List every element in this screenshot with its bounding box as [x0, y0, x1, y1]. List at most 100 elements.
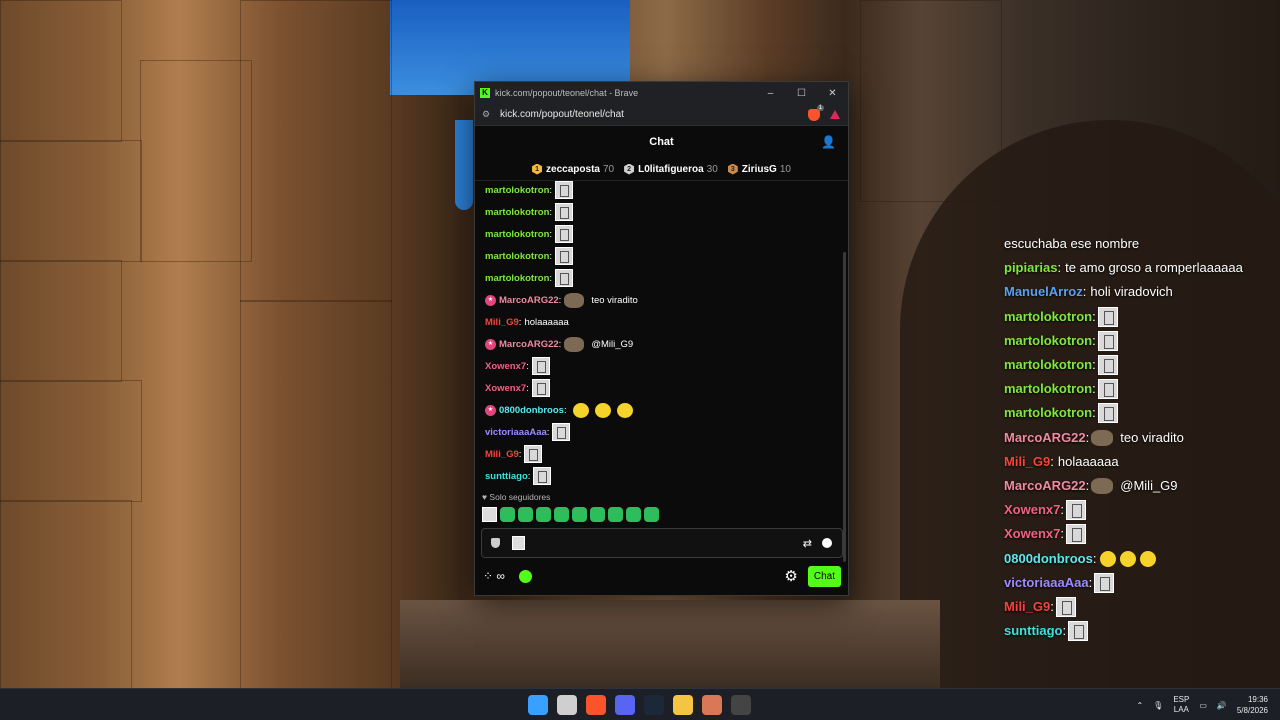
steam-icon[interactable] — [644, 695, 664, 715]
overlay-emote-icon — [1097, 306, 1118, 327]
overlay-colon: : — [1085, 477, 1090, 493]
overlay-username: Xowenx7 — [1004, 502, 1061, 518]
overlay-username: martolokotron — [1004, 357, 1093, 373]
brave-icon[interactable] — [586, 695, 606, 715]
overlay-username: martolokotron — [1004, 332, 1093, 348]
chat-text: teo viradito — [591, 294, 638, 306]
channel-points[interactable]: ⁘ ∞ — [483, 569, 505, 583]
network-icon[interactable]: ▭ — [1199, 701, 1207, 710]
volume-icon[interactable]: 🔊 — [1217, 701, 1227, 710]
chat-message: victoriaaaAaa: — [485, 421, 835, 443]
stone-block — [240, 0, 392, 302]
chat-username[interactable]: Mili_G9 — [485, 317, 519, 328]
chat-username[interactable]: MarcoARG22 — [499, 295, 559, 306]
brave-rewards-icon[interactable] — [830, 110, 840, 119]
overlay-message: martolokotron: — [1004, 401, 1274, 425]
leaderboard-entry[interactable]: 1 zeccaposta 70 — [532, 163, 614, 175]
leaderboard-entry[interactable]: 3 ZiriusG 10 — [727, 163, 791, 175]
chat-input[interactable]: ⇄ — [481, 528, 843, 558]
chat-scrollbar[interactable] — [843, 252, 846, 562]
emote-icon — [524, 445, 543, 463]
chat-colon: : — [526, 360, 529, 372]
overlay-colon: : — [1092, 332, 1096, 348]
overlay-message: Mili_G9: — [1004, 595, 1274, 619]
chat-username[interactable]: martolokotron — [485, 207, 549, 218]
chat-username[interactable]: Mili_G9 — [485, 449, 519, 460]
maximize-icon[interactable]: ☐ — [786, 88, 817, 99]
chat-username[interactable]: victoriaaaAaa — [485, 427, 547, 438]
overlay-colon: : — [1062, 623, 1067, 639]
overlay-message: martolokotron: — [1004, 305, 1274, 329]
title-bar: K kick.com/popout/teonel/chat - Brave – … — [475, 82, 848, 104]
chat-username[interactable]: martolokotron — [485, 229, 549, 240]
emote-button[interactable] — [536, 507, 551, 522]
stone-block — [860, 0, 1002, 202]
chat-username[interactable]: Xowenx7 — [485, 361, 526, 372]
overlay-emote-icon — [1097, 330, 1118, 351]
overlay-username: Mili_G9 — [1004, 453, 1051, 469]
site-settings-icon[interactable]: ⚙ — [482, 109, 494, 120]
overlay-username: Mili_G9 — [1004, 598, 1051, 614]
shield-icon[interactable] — [491, 538, 500, 548]
chat-username[interactable]: sunttiago — [485, 471, 528, 482]
chat-username[interactable]: martolokotron — [485, 251, 549, 262]
stone-block — [0, 140, 142, 262]
emote-icon — [564, 292, 585, 308]
chat-username[interactable]: Xowenx7 — [485, 383, 526, 394]
emote-button[interactable] — [644, 507, 659, 522]
clock[interactable]: 19:36 5/8/2026 — [1237, 694, 1268, 716]
brave-shields-icon[interactable]: 1 — [808, 104, 824, 121]
address-bar[interactable]: ⚙ kick.com/popout/teonel/chat 1 — [475, 104, 848, 126]
overlay-message: sunttiago: — [1004, 619, 1274, 643]
emote-button[interactable] — [482, 507, 497, 522]
emote-button[interactable] — [626, 507, 641, 522]
chat-username[interactable]: martolokotron — [485, 185, 549, 196]
stone-block — [0, 0, 122, 142]
stone-block — [0, 500, 132, 688]
microphone-icon[interactable]: 🎙 — [1153, 701, 1163, 710]
emote-icon — [616, 402, 633, 418]
chat-message: sunttiago: — [485, 465, 835, 487]
translate-icon[interactable]: ⇄ — [803, 537, 812, 550]
overlay-emote-icon — [1065, 500, 1086, 521]
folder-icon[interactable] — [673, 695, 693, 715]
obs-icon[interactable] — [731, 695, 751, 715]
emote-button[interactable] — [608, 507, 623, 522]
discord-icon[interactable] — [615, 695, 635, 715]
close-icon[interactable]: ✕ — [817, 88, 848, 99]
language-indicator[interactable]: ESP LAA — [1173, 695, 1189, 715]
points-icon: ⁘ — [483, 569, 494, 583]
emote-button[interactable] — [518, 507, 533, 522]
tray-chevron-icon[interactable]: ⌃ — [1136, 701, 1143, 710]
emote-button[interactable] — [500, 507, 515, 522]
settings-gear-icon[interactable]: ⚙ — [784, 567, 797, 585]
send-chat-button[interactable]: Chat — [807, 565, 841, 587]
chat-username[interactable]: 0800donbroos — [499, 405, 564, 416]
stone-block — [0, 260, 122, 382]
shields-badge: 1 — [816, 104, 824, 111]
emote-button[interactable] — [572, 507, 587, 522]
users-icon[interactable]: 👤 — [821, 135, 836, 149]
overlay-message: Mili_G9: holaaaaaa — [1004, 450, 1274, 474]
search-icon[interactable] — [557, 695, 577, 715]
claude-icon[interactable] — [702, 695, 722, 715]
minimize-icon[interactable]: – — [755, 88, 786, 99]
emote-button[interactable] — [554, 507, 569, 522]
overlay-colon: : — [1092, 405, 1096, 421]
subscriber-badge-icon: ★ — [485, 404, 496, 416]
overlay-colon: : — [1092, 308, 1096, 324]
subscriber-badge-icon: ★ — [485, 294, 496, 306]
url-text[interactable]: kick.com/popout/teonel/chat — [500, 109, 624, 120]
chat-footer: ⁘ ∞ ⚙ Chat — [483, 565, 841, 587]
leaderboard-entry[interactable]: 2 L0litafigueroa 30 — [624, 163, 718, 175]
emote-button[interactable] — [590, 507, 605, 522]
overlay-emote-icon — [1091, 429, 1114, 446]
overlay-emote-icon — [1100, 550, 1117, 567]
kick-points-icon[interactable] — [518, 569, 532, 583]
chat-username[interactable]: MarcoARG22 — [499, 339, 559, 350]
emoji-picker-icon[interactable] — [822, 538, 832, 548]
system-tray: ⌃ 🎙 ESP LAA ▭ 🔊 19:36 5/8/2026 — [1136, 689, 1268, 720]
chat-username[interactable]: martolokotron — [485, 273, 549, 284]
overlay-message: martolokotron: — [1004, 329, 1274, 353]
start-icon[interactable] — [528, 695, 548, 715]
